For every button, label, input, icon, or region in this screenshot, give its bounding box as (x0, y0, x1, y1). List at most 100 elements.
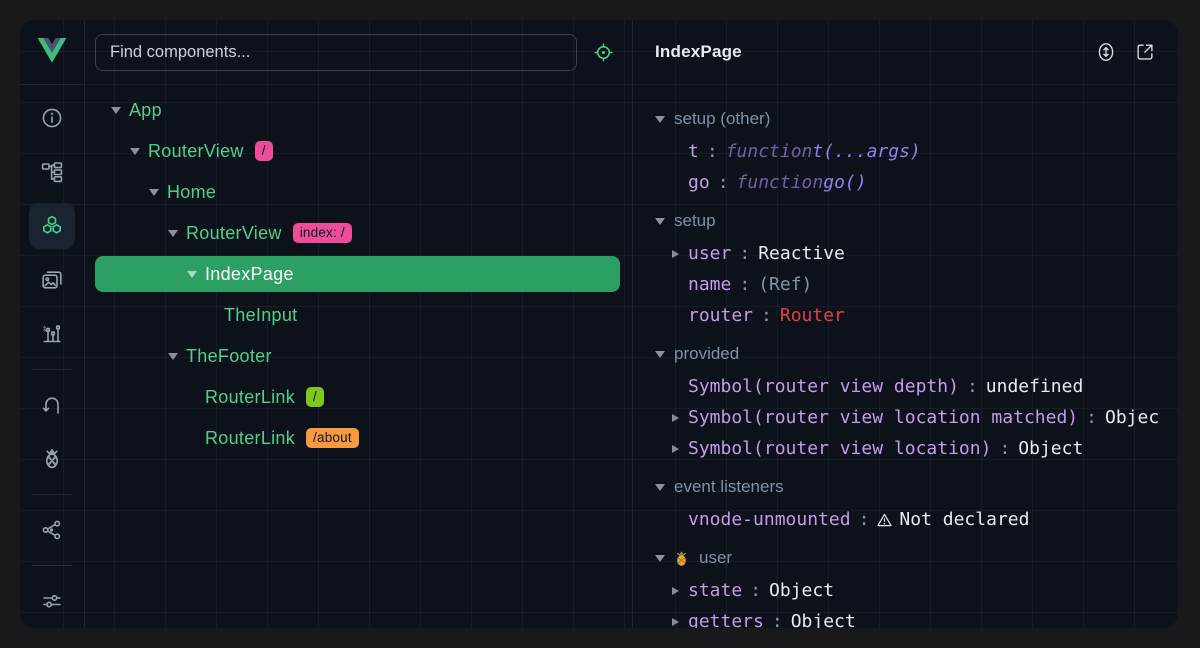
sidebar-item-info[interactable] (29, 95, 75, 141)
expander-icon[interactable] (167, 353, 179, 360)
sidebar-item-graph[interactable] (29, 507, 75, 553)
state-key: router (688, 305, 753, 326)
section-header-user[interactable]: user (655, 541, 1158, 575)
route-badge: / (255, 141, 273, 161)
inspector-section: providedSymbol(router view depth):undefi… (655, 337, 1158, 464)
chevron-right-icon (672, 414, 679, 422)
expander-icon[interactable] (167, 230, 179, 237)
inspector-section: event listeners vnode-unmounted: Not decla… (655, 470, 1158, 535)
scroll-to-component-button[interactable] (1095, 41, 1117, 63)
sidebar (20, 20, 85, 628)
tree-node-app[interactable]: App (95, 92, 620, 128)
section-header-setup-other-[interactable]: setup (other) (655, 102, 1158, 136)
router-icon (40, 393, 64, 417)
state-value: function (726, 141, 813, 162)
sidebar-item-pinia[interactable] (29, 436, 75, 482)
key-value-separator: : (999, 438, 1010, 459)
chevron-down-icon (149, 189, 159, 196)
graph-icon (40, 518, 64, 542)
inspect-component-button[interactable] (592, 41, 614, 63)
chevron-down-icon (187, 271, 197, 278)
state-row[interactable]: Symbol(router view location):Object (655, 433, 1158, 464)
open-in-editor-button[interactable] (1134, 41, 1156, 63)
tree-node-routerlink[interactable]: RouterLink/ (95, 379, 620, 415)
section-label: event listeners (674, 477, 784, 497)
tree-node-home[interactable]: Home (95, 174, 620, 210)
expander-icon[interactable] (672, 587, 688, 595)
state-key: vnode-unmounted (688, 509, 851, 530)
state-value: t(...args) (812, 141, 920, 162)
state-value: undefined (986, 376, 1084, 397)
expander-icon[interactable] (148, 189, 160, 196)
tree-node-indexpage[interactable]: IndexPage (95, 256, 620, 292)
sidebar-item-router[interactable] (29, 382, 75, 428)
sidebar-item-assets[interactable] (29, 311, 75, 357)
tree-node-thefooter[interactable]: TheFooter (95, 338, 620, 374)
expander-icon[interactable] (129, 148, 141, 155)
section-label: user (699, 548, 732, 568)
tree-node-routerview[interactable]: RouterViewindex: / (95, 215, 620, 251)
component-name: IndexPage (205, 264, 294, 285)
state-row[interactable]: user:Reactive (655, 238, 1158, 269)
section-header-setup[interactable]: setup (655, 204, 1158, 238)
info-icon (40, 106, 64, 130)
tree-node-routerlink[interactable]: RouterLink/about (95, 420, 620, 456)
key-value-separator: : (739, 243, 750, 264)
component-name: TheFooter (186, 346, 272, 367)
chevron-right-icon (672, 445, 679, 453)
state-value: Router (780, 305, 845, 326)
expander-icon[interactable] (672, 250, 688, 258)
sidebar-divider (32, 494, 72, 495)
state-value: (Ref) (758, 274, 812, 295)
inspector-title: IndexPage (655, 42, 742, 62)
sidebar-item-component-tree[interactable] (29, 149, 75, 195)
inspector-section: setupuser:Reactivename:(Ref)router:Route… (655, 204, 1158, 331)
tree-node-routerview[interactable]: RouterView/ (95, 133, 620, 169)
component-tree-icon (40, 160, 64, 184)
open-external-icon (1134, 41, 1156, 63)
chevron-down-icon (130, 148, 140, 155)
sidebar-item-settings[interactable] (29, 578, 75, 624)
route-badge: / (306, 387, 324, 407)
key-value-separator: : (859, 509, 870, 530)
chevron-down-icon (655, 218, 665, 225)
sidebar-item-pages[interactable] (29, 257, 75, 303)
sidebar-item-components[interactable] (29, 203, 75, 249)
state-key: state (688, 580, 742, 601)
state-value: Not declared (899, 509, 1029, 530)
inspector-header-icons (1095, 41, 1156, 63)
state-value: Object (1105, 407, 1158, 428)
expander-icon[interactable] (672, 414, 688, 422)
components-panel: App RouterView/Home RouterViewindex: / Inde… (85, 20, 632, 628)
warning-icon (877, 513, 892, 527)
expander-icon[interactable] (672, 445, 688, 453)
key-value-separator: : (772, 611, 783, 628)
pinia-store-icon (674, 550, 689, 567)
expander-icon[interactable] (672, 618, 688, 626)
chevron-right-icon (672, 587, 679, 595)
section-header-event-listeners[interactable]: event listeners (655, 470, 1158, 504)
key-value-separator: : (967, 376, 978, 397)
state-row: Symbol(router view depth):undefined (655, 371, 1158, 402)
components-toolbar (85, 20, 632, 85)
chevron-down-icon (168, 353, 178, 360)
tree-node-theinput[interactable]: TheInput (95, 297, 620, 333)
search-input[interactable] (95, 34, 577, 71)
key-value-separator: : (707, 141, 718, 162)
state-row[interactable]: Symbol(router view location matched):Obj… (655, 402, 1158, 433)
components-icon (40, 214, 64, 238)
state-key: Symbol(router view location) (688, 438, 991, 459)
chevron-down-icon (111, 107, 121, 114)
expander-icon[interactable] (110, 107, 122, 114)
state-key: t (688, 141, 699, 162)
route-badge: /about (306, 428, 359, 448)
expander-icon[interactable] (186, 271, 198, 278)
key-value-separator: : (739, 274, 750, 295)
state-row[interactable]: state:Object (655, 575, 1158, 606)
chevron-down-icon (655, 555, 665, 562)
state-value: go() (823, 172, 866, 193)
section-header-provided[interactable]: provided (655, 337, 1158, 371)
state-row[interactable]: getters:Object (655, 606, 1158, 628)
chevron-down-icon (655, 116, 665, 123)
devtools-window: App RouterView/Home RouterViewindex: / Inde… (20, 20, 1178, 628)
